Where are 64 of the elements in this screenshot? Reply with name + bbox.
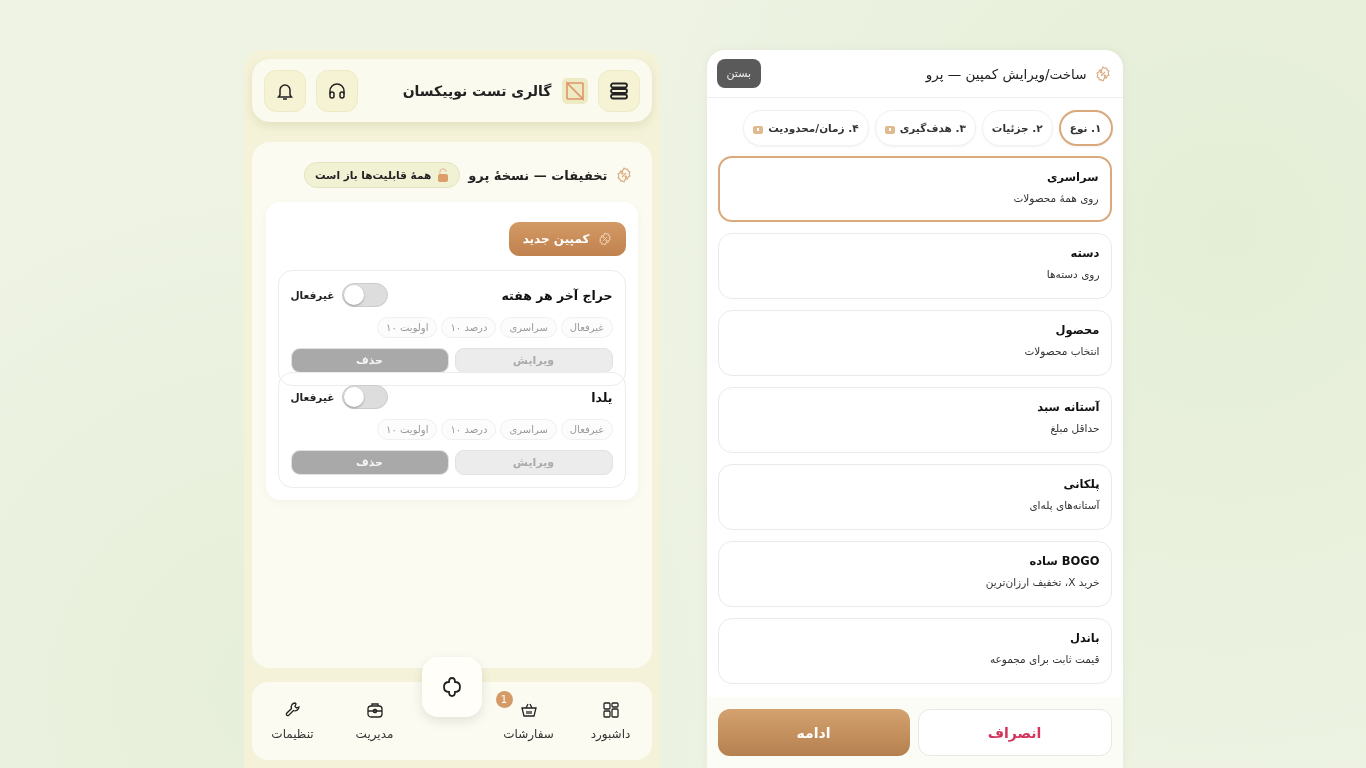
menu-icon — [608, 81, 629, 100]
logo-icon — [561, 77, 588, 104]
step-tab[interactable]: ۳. هدف‌گیری — [874, 110, 976, 146]
support-button[interactable] — [315, 69, 358, 112]
type-option[interactable]: دسته روی دسته‌ها — [717, 233, 1112, 299]
discount-icon — [597, 232, 612, 246]
grid-icon — [601, 701, 620, 719]
option-description: آستانه‌های پله‌ای — [1028, 499, 1100, 511]
option-description: حداقل مبلغ — [1049, 422, 1100, 434]
campaign-tag: سراسری — [500, 317, 557, 338]
campaign-tag: اولویت ۱۰ — [377, 317, 438, 338]
option-title: دسته — [1069, 246, 1100, 260]
option-title: آستانه سبد — [1036, 400, 1100, 414]
toolbox-icon — [365, 701, 384, 719]
type-option[interactable]: باندل قیمت ثابت برای مجموعه — [717, 618, 1112, 684]
toggle-switch[interactable] — [342, 283, 389, 307]
option-title: باندل — [1068, 631, 1100, 645]
option-title: پلکانی — [1062, 477, 1100, 491]
step-tab[interactable]: ۲. جزئیات — [981, 110, 1053, 146]
section-title: تخفیفات — نسخهٔ پرو — [468, 167, 608, 183]
count-badge: 1 — [495, 691, 513, 708]
toggle-switch[interactable] — [342, 385, 389, 409]
step-tab[interactable]: ۴. زمان/محدودیت — [743, 110, 869, 146]
type-option[interactable]: BOGO ساده خرید X، تخفیف ارزان‌ترین — [717, 541, 1112, 607]
option-description: روی همهٔ محصولات — [1012, 192, 1099, 204]
type-option[interactable]: سراسری روی همهٔ محصولات — [717, 156, 1112, 222]
type-option[interactable]: آستانه سبد حداقل مبلغ — [717, 387, 1112, 453]
notifications-button[interactable] — [263, 69, 306, 112]
nav-item[interactable]: تنظیمات — [257, 697, 328, 745]
center-action-button[interactable] — [421, 657, 482, 717]
basket-icon — [519, 701, 538, 719]
option-title: محصول — [1054, 323, 1100, 337]
option-title: BOGO ساده — [1028, 554, 1100, 568]
campaign-tag: غیرفعال — [560, 317, 613, 338]
option-description: خرید X، تخفیف ارزان‌ترین — [984, 576, 1100, 588]
type-option[interactable]: محصول انتخاب محصولات — [717, 310, 1112, 376]
headset-icon — [326, 80, 347, 101]
padlock-icon — [437, 168, 450, 182]
option-description: انتخاب محصولات — [1023, 345, 1100, 357]
campaign-name: یلدا — [591, 389, 613, 405]
menu-button[interactable] — [597, 69, 640, 112]
option-description: قیمت ثابت برای مجموعه — [988, 653, 1100, 665]
discount-icon — [1094, 65, 1111, 82]
campaign-tag: غیرفعال — [560, 419, 613, 440]
discount-icon — [615, 167, 632, 183]
campaign-tag: اولویت ۱۰ — [377, 419, 438, 440]
nav-item[interactable]: داشبورد — [575, 697, 646, 745]
wrench-icon — [283, 701, 302, 719]
app-title: گالری تست نوپیکسان — [401, 82, 552, 99]
option-description: روی دسته‌ها — [1045, 268, 1100, 280]
campaign-tag: درصد ۱۰ — [441, 317, 497, 338]
campaign-tag: درصد ۱۰ — [441, 419, 497, 440]
nav-item[interactable]: مدیریت — [339, 697, 410, 745]
status-label: غیرفعال — [290, 391, 335, 403]
campaign-tag: سراسری — [500, 419, 557, 440]
close-button[interactable]: بستن — [716, 59, 762, 88]
type-option[interactable]: پلکانی آستانه‌های پله‌ای — [717, 464, 1112, 530]
status-label: غیرفعال — [290, 289, 335, 301]
campaign-name: حراج آخر هر هفته — [501, 287, 613, 303]
step-tab[interactable]: ۱. نوع — [1058, 110, 1113, 146]
modal-title: ساخت/ویرایش کمپین — پرو — [924, 65, 1087, 82]
badge-text: همهٔ قابلیت‌ها باز است — [315, 169, 432, 181]
cancel-button[interactable]: انصراف — [917, 709, 1112, 756]
option-title: سراسری — [1046, 170, 1099, 184]
